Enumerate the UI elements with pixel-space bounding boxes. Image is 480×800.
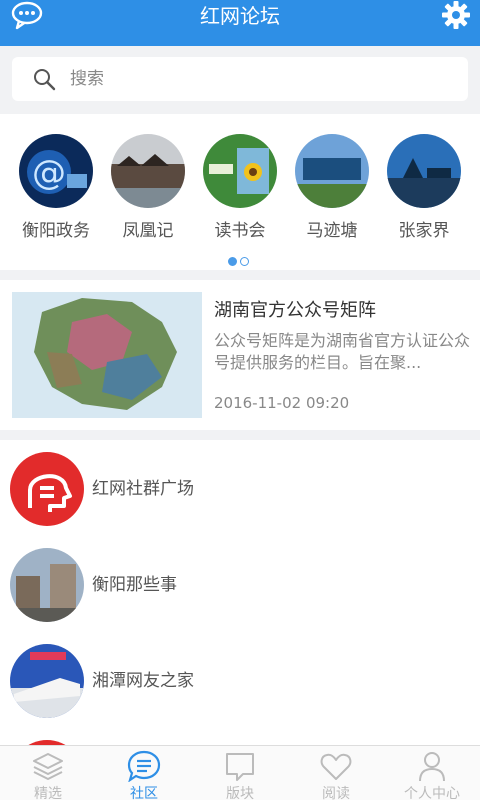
category-thumbnail	[387, 134, 461, 208]
list-item[interactable]: 衡阳那些事	[0, 536, 480, 632]
category-label: 衡阳政务	[22, 221, 90, 241]
category-label: 马迹塘	[306, 221, 358, 241]
category-thumbnail	[111, 134, 185, 208]
community-avatar	[10, 548, 84, 622]
category-label: 凤凰记	[122, 221, 174, 241]
category-fenghuang[interactable]: 凤凰记	[108, 134, 188, 241]
category-thumbnail: @	[19, 134, 93, 208]
tab-label: 阅读	[322, 786, 350, 800]
featured-post[interactable]: 湖南官方公众号矩阵 公众号矩阵是为湖南省官方认证公众号提供服务的栏目。旨在聚..…	[0, 280, 480, 430]
pager-dot-active	[228, 257, 237, 266]
tab-label: 精选	[34, 786, 62, 800]
search-input[interactable]: 搜索	[12, 57, 468, 101]
category-reading-club[interactable]: 读书会	[200, 134, 280, 241]
top-bar: 红网论坛	[0, 0, 480, 46]
tab-reading[interactable]: 阅读	[288, 746, 384, 800]
gear-icon	[442, 1, 470, 29]
category-label: 读书会	[214, 221, 266, 241]
carousel-pager	[228, 251, 252, 270]
tab-label: 社区	[130, 786, 158, 800]
person-icon	[419, 752, 445, 782]
board-icon	[226, 753, 254, 781]
tab-boards[interactable]: 版块	[192, 746, 288, 800]
featured-title: 湖南官方公众号矩阵	[214, 300, 376, 321]
featured-description: 公众号矩阵是为湖南省官方认证公众号提供服务的栏目。旨在聚...	[214, 331, 470, 372]
tab-label: 个人中心	[404, 786, 460, 800]
category-hengyang-gov[interactable]: @ 衡阳政务	[16, 134, 96, 241]
tab-community[interactable]: 社区	[96, 746, 192, 800]
featured-image	[12, 292, 202, 418]
bottom-tab-bar: 精选 社区 版块 阅读 个人中心	[0, 745, 480, 800]
search-placeholder: 搜索	[70, 69, 104, 89]
community-name: 衡阳那些事	[92, 575, 177, 595]
category-thumbnail	[203, 134, 277, 208]
community-list: 红网社群广场 衡阳那些事 湘潭网友之家	[0, 440, 480, 746]
layers-icon	[33, 753, 63, 780]
chat-bubble-icon	[127, 750, 161, 783]
heart-icon	[320, 753, 352, 780]
svg-text:@: @	[32, 153, 66, 193]
search-area: 搜索	[0, 46, 480, 112]
settings-button[interactable]	[442, 0, 470, 30]
category-majitang[interactable]: 马迹塘	[292, 134, 372, 241]
tab-featured[interactable]: 精选	[0, 746, 96, 800]
community-avatar	[10, 644, 84, 718]
community-name: 红网社群广场	[92, 479, 194, 499]
category-carousel: @ 衡阳政务 凤凰记 读书会 马迹塘 张家界	[0, 114, 480, 270]
search-icon	[34, 69, 56, 91]
list-item[interactable]: 红网社群广场	[0, 440, 480, 536]
category-thumbnail	[295, 134, 369, 208]
list-item[interactable]	[0, 728, 480, 746]
category-zhangjiajie[interactable]: 张家界	[384, 134, 464, 241]
featured-timestamp: 2016-11-02 09:20	[214, 394, 350, 412]
community-avatar	[10, 452, 84, 526]
tab-label: 版块	[226, 786, 254, 800]
pager-dot	[240, 257, 249, 266]
category-label: 张家界	[398, 221, 450, 241]
page-title: 红网论坛	[200, 4, 280, 28]
tab-profile[interactable]: 个人中心	[384, 746, 480, 800]
community-name: 湘潭网友之家	[92, 671, 194, 691]
list-item[interactable]: 湘潭网友之家	[0, 632, 480, 728]
